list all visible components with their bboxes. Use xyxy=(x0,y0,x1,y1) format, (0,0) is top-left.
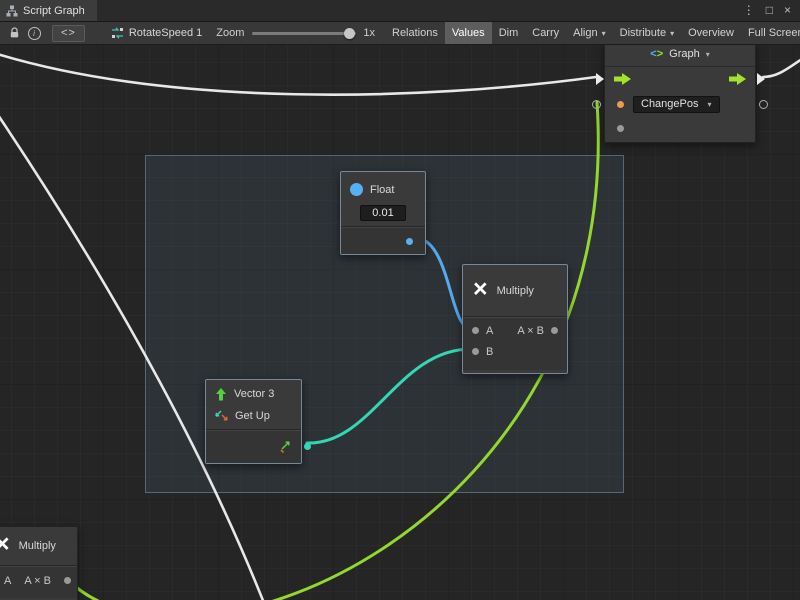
kebab-menu-icon[interactable]: ⋮ xyxy=(743,0,755,21)
dim-button[interactable]: Dim xyxy=(492,22,526,44)
carry-button[interactable]: Carry xyxy=(525,22,566,44)
caret-down-icon: ▾ xyxy=(670,29,674,38)
info-icon: i xyxy=(28,27,41,40)
wire-getup-to-multiply-b[interactable] xyxy=(307,349,471,443)
zoom-slider-handle[interactable] xyxy=(344,28,355,39)
port-label-axb: A × B xyxy=(517,325,544,337)
multiply-icon: × xyxy=(0,532,10,557)
edit-code-button[interactable]: <> xyxy=(52,25,85,42)
zoom-label: Zoom xyxy=(216,27,244,39)
multiply-input-b-port[interactable] xyxy=(472,348,479,355)
unconnected-port-left[interactable] xyxy=(592,100,601,109)
node-title: Vector 3 xyxy=(234,388,274,400)
flow-wire-arrowhead-in xyxy=(596,73,604,85)
graph-canvas[interactable]: Float 0.01 × Multiply A A × B B xyxy=(0,45,800,600)
flow-wire-arrowhead-out xyxy=(757,73,765,85)
arrow-up-icon xyxy=(215,388,227,401)
wire-flow-outgoing[interactable] xyxy=(763,59,800,77)
script-graph-asset-icon xyxy=(111,27,124,39)
vs-code-icon: <> xyxy=(650,48,663,60)
node-float[interactable]: Float 0.01 xyxy=(340,171,426,255)
distribute-dropdown-button[interactable]: Distribute ▾ xyxy=(613,22,681,44)
node-subtitle: Get Up xyxy=(235,410,270,422)
variable-dropdown[interactable]: ChangePos ▾ xyxy=(633,96,720,113)
window-tab[interactable]: Script Graph xyxy=(0,0,97,21)
align-dropdown-button[interactable]: Align ▾ xyxy=(566,22,612,44)
lock-button[interactable] xyxy=(4,24,24,42)
multiply-output-port[interactable] xyxy=(551,327,558,334)
caret-down-icon: ▾ xyxy=(708,100,712,109)
node-graph-event[interactable]: <> Graph ▾ ChangePos ▾ xyxy=(604,45,756,143)
info-button[interactable]: i xyxy=(24,24,44,42)
node-vector3-get-up[interactable]: Vector 3 Get Up xyxy=(205,379,302,464)
maximize-icon[interactable]: □ xyxy=(766,0,773,21)
full-screen-button[interactable]: Full Screen xyxy=(741,22,800,44)
caret-down-icon: ▾ xyxy=(602,29,606,38)
float-value-field[interactable]: 0.01 xyxy=(360,205,405,221)
zoom-value: 1x xyxy=(363,27,375,39)
node-title: Graph xyxy=(669,48,700,60)
wire-flow-incoming[interactable] xyxy=(0,53,596,95)
port-label-axb: A × B xyxy=(24,575,51,587)
multiply-icon: × xyxy=(473,277,488,302)
node-title: Multiply xyxy=(497,285,534,297)
window-title: Script Graph xyxy=(23,5,85,17)
port-label-b: B xyxy=(486,346,493,358)
node-title: Multiply xyxy=(19,540,56,552)
object-input-port[interactable] xyxy=(617,101,624,108)
values-button[interactable]: Values xyxy=(445,22,492,44)
getup-output-port[interactable] xyxy=(304,443,311,450)
port-label-a: A xyxy=(4,575,11,587)
float-type-icon xyxy=(350,183,363,196)
close-icon[interactable]: × xyxy=(784,0,791,21)
relations-button[interactable]: Relations xyxy=(385,22,445,44)
window-titlebar: Script Graph ⋮ □ × xyxy=(0,0,800,22)
code-icon: <> xyxy=(61,27,76,39)
flow-output-port[interactable] xyxy=(729,73,746,85)
graph-toolbar: i <> RotateSpeed 1 Zoom 1x Relations Val… xyxy=(0,22,800,45)
graph-reference-breadcrumb[interactable]: RotateSpeed 1 xyxy=(111,27,202,39)
port-label-a: A xyxy=(486,325,493,337)
unconnected-port-right[interactable] xyxy=(759,100,768,109)
vector-axes-icon xyxy=(215,410,228,422)
script-graph-icon xyxy=(6,5,18,17)
flow-input-port[interactable] xyxy=(614,73,631,85)
multiply2-output-port[interactable] xyxy=(64,577,71,584)
caret-down-icon: ▾ xyxy=(706,50,710,59)
graph-reference-label: RotateSpeed 1 xyxy=(129,27,202,39)
overview-button[interactable]: Overview xyxy=(681,22,741,44)
lock-icon xyxy=(9,27,20,39)
multiply-input-a-port[interactable] xyxy=(472,327,479,334)
node-title: Float xyxy=(370,184,394,196)
node-multiply[interactable]: × Multiply A A × B B xyxy=(462,264,568,374)
zoom-slider[interactable] xyxy=(252,32,356,35)
node-multiply-partial[interactable]: × Multiply A A × B xyxy=(0,526,78,600)
float-output-port[interactable] xyxy=(406,238,413,245)
value-input-port[interactable] xyxy=(617,125,624,132)
vector3-value-icon xyxy=(278,441,291,453)
